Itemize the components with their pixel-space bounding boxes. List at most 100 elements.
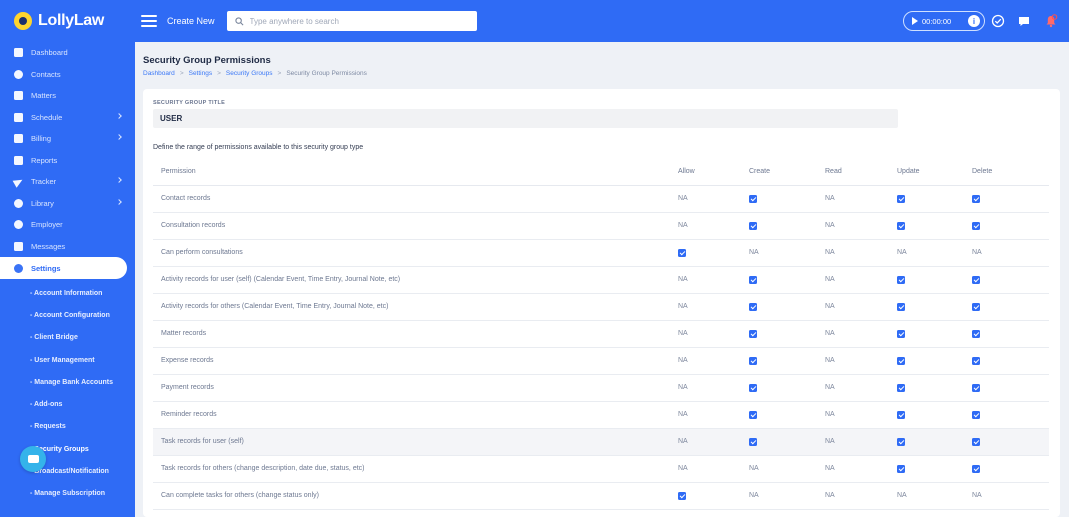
sidebar-item-matters[interactable]: Matters — [0, 85, 135, 107]
timer-info-icon[interactable]: i — [968, 15, 980, 27]
column-header-read: Read — [825, 158, 897, 186]
cell-read: NA — [825, 212, 897, 240]
create-checkbox[interactable] — [749, 410, 757, 419]
library-icon — [14, 198, 23, 208]
cell-create: NA — [749, 482, 825, 510]
sidebar-item-messages[interactable]: Messages — [0, 236, 135, 258]
cell-allow — [678, 239, 749, 267]
update-checkbox[interactable] — [897, 221, 905, 230]
sidebar-subitem-user-management[interactable]: - User Management — [0, 349, 135, 371]
create-checkbox[interactable] — [749, 329, 757, 338]
cell-create: NA — [749, 239, 825, 267]
permissions-card: SECURITY GROUP TITLE Define the range of… — [143, 89, 1060, 517]
sidebar-item-schedule[interactable]: Schedule — [0, 107, 135, 129]
sidebar-item-label: Billing — [31, 134, 52, 144]
cell-delete — [972, 212, 1049, 240]
create-checkbox[interactable] — [749, 383, 757, 392]
create-checkbox[interactable] — [749, 437, 757, 446]
play-icon[interactable] — [912, 17, 918, 25]
chat-launcher-button[interactable] — [20, 446, 46, 472]
sidebar-item-reports[interactable]: Reports — [0, 150, 135, 172]
update-checkbox[interactable] — [897, 383, 905, 392]
sidebar-item-label: Schedule — [31, 112, 63, 122]
delete-checkbox[interactable] — [972, 275, 980, 284]
cell-delete: NA — [972, 239, 1049, 267]
hamburger-menu-icon[interactable] — [141, 15, 157, 27]
sidebar-item-billing[interactable]: Billing — [0, 128, 135, 150]
delete-checkbox[interactable] — [972, 194, 980, 203]
update-checkbox[interactable] — [897, 194, 905, 203]
timer-widget[interactable]: 00:00:00 i — [903, 11, 985, 31]
sidebar-subitem-add-ons[interactable]: - Add-ons — [0, 393, 135, 415]
sidebar-subitem-client-bridge[interactable]: - Client Bridge — [0, 327, 135, 349]
sidebar-subitem-manage-subscription[interactable]: - Manage Subscription — [0, 483, 135, 505]
table-row: Can perform consultations NA NA NA NA — [153, 239, 1049, 267]
breadcrumb-dashboard[interactable]: Dashboard — [143, 70, 175, 77]
breadcrumb: Dashboard > Settings > Security Groups >… — [143, 70, 367, 77]
permission-name: Task records for others (change descript… — [153, 455, 678, 483]
sidebar-item-library[interactable]: Library — [0, 193, 135, 215]
cell-read: NA — [825, 293, 897, 321]
sidebar-item-contacts[interactable]: Contacts — [0, 64, 135, 86]
employer-icon — [14, 220, 23, 230]
table-row: Reminder records NA NA — [153, 401, 1049, 429]
sidebar-item-tracker[interactable]: Tracker — [0, 171, 135, 193]
cell-allow: NA — [678, 293, 749, 321]
sidebar-subitem-requests[interactable]: - Requests — [0, 416, 135, 438]
delete-checkbox[interactable] — [972, 410, 980, 419]
chat-bubble-icon[interactable] — [1016, 13, 1032, 29]
breadcrumb-separator: > — [217, 70, 221, 77]
check-circle-icon[interactable] — [990, 13, 1006, 29]
cell-update: NA — [897, 482, 972, 510]
update-checkbox[interactable] — [897, 464, 905, 473]
update-checkbox[interactable] — [897, 275, 905, 284]
delete-checkbox[interactable] — [972, 464, 980, 473]
update-checkbox[interactable] — [897, 302, 905, 311]
update-checkbox[interactable] — [897, 410, 905, 419]
breadcrumb-security-groups[interactable]: Security Groups — [226, 70, 273, 77]
security-group-title-input[interactable] — [153, 109, 898, 128]
column-header-update: Update — [897, 158, 972, 186]
sidebar-subitem-account-configuration[interactable]: - Account Configuration — [0, 304, 135, 326]
cell-delete — [972, 374, 1049, 402]
sidebar-subitem-manage-bank-accounts[interactable]: - Manage Bank Accounts — [0, 371, 135, 393]
sidebar-item-dashboard[interactable]: Dashboard — [0, 42, 135, 64]
cell-create: NA — [749, 455, 825, 483]
breadcrumb-settings[interactable]: Settings — [189, 70, 213, 77]
table-row: Contact records NA NA — [153, 185, 1049, 213]
create-new-button[interactable]: Create New — [167, 16, 215, 26]
delete-checkbox[interactable] — [972, 302, 980, 311]
cell-update — [897, 212, 972, 240]
allow-checkbox[interactable] — [678, 248, 686, 257]
delete-checkbox[interactable] — [972, 356, 980, 365]
create-checkbox[interactable] — [749, 356, 757, 365]
delete-checkbox[interactable] — [972, 221, 980, 230]
cell-read: NA — [825, 455, 897, 483]
sidebar-subitem-account-information[interactable]: - Account Information — [0, 282, 135, 304]
cell-create — [749, 320, 825, 348]
delete-checkbox[interactable] — [972, 437, 980, 446]
search-input[interactable] — [249, 16, 470, 26]
create-checkbox[interactable] — [749, 302, 757, 311]
cell-delete: NA — [972, 482, 1049, 510]
sidebar-item-employer[interactable]: Employer — [0, 214, 135, 236]
cell-create — [749, 185, 825, 213]
update-checkbox[interactable] — [897, 329, 905, 338]
cell-delete — [972, 401, 1049, 429]
update-checkbox[interactable] — [897, 437, 905, 446]
create-checkbox[interactable] — [749, 194, 757, 203]
create-checkbox[interactable] — [749, 221, 757, 230]
create-checkbox[interactable] — [749, 275, 757, 284]
allow-checkbox[interactable] — [678, 491, 686, 500]
chevron-right-icon — [116, 198, 122, 205]
delete-checkbox[interactable] — [972, 329, 980, 338]
column-header-permission: Permission — [153, 158, 678, 186]
sidebar-item-settings[interactable]: Settings — [0, 257, 127, 279]
cell-update — [897, 185, 972, 213]
notification-bell-icon[interactable] — [1043, 13, 1059, 29]
search-box[interactable] — [226, 11, 477, 31]
logo[interactable]: LollyLaw — [0, 0, 135, 42]
delete-checkbox[interactable] — [972, 383, 980, 392]
update-checkbox[interactable] — [897, 356, 905, 365]
cell-delete — [972, 266, 1049, 294]
